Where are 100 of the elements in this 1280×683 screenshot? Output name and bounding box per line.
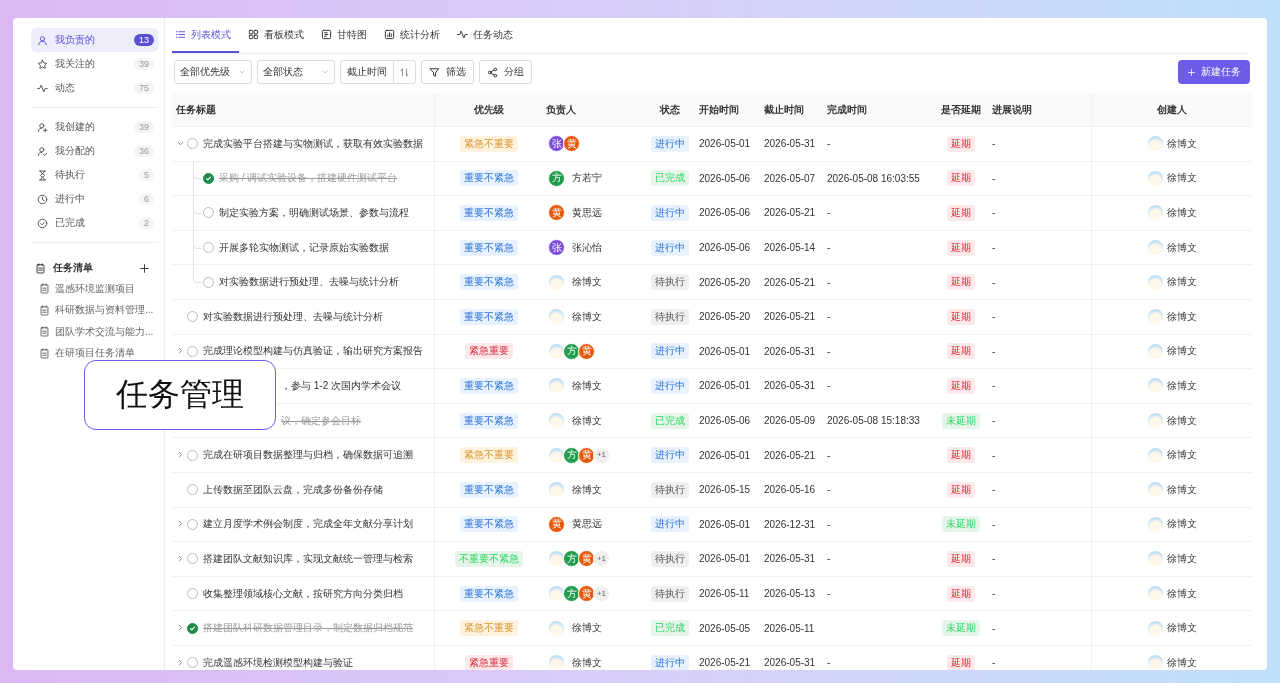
task-title[interactable]: 完成遥感环境检测模型构建与验证 bbox=[203, 655, 353, 670]
star-icon bbox=[37, 58, 48, 70]
person-check-icon bbox=[37, 145, 48, 157]
chevron-right-icon[interactable] bbox=[176, 346, 185, 356]
list-icon bbox=[175, 29, 186, 40]
table-cell: - bbox=[827, 242, 831, 254]
sidebar-item[interactable]: 我创建的 39 bbox=[31, 115, 158, 139]
task-checkbox[interactable] bbox=[203, 172, 214, 184]
delay-tag: 延期 bbox=[947, 135, 975, 152]
creator-name: 徐博文 bbox=[1167, 240, 1197, 255]
delay-tag: 延期 bbox=[947, 170, 975, 187]
avatar-icon bbox=[1147, 515, 1164, 533]
task-list-item[interactable]: 遥感环境监测项目 bbox=[31, 280, 158, 297]
chevron-right-icon[interactable] bbox=[176, 623, 185, 633]
sidebar-item[interactable]: 我负责的 13 bbox=[31, 28, 158, 52]
task-title[interactable]: 收集整理领域核心文献，按研究方向分类归档 bbox=[203, 586, 403, 601]
task-title[interactable]: 上传数据至团队云盘，完成多份备份存储 bbox=[203, 482, 383, 497]
table-cell: - bbox=[987, 611, 1092, 645]
priority-tag: 重要不紧急 bbox=[459, 516, 518, 533]
table-cell: - bbox=[827, 380, 831, 392]
table-cell: - bbox=[827, 311, 831, 323]
table-cell: - bbox=[827, 449, 831, 461]
column-header: 开始时间 bbox=[698, 102, 740, 117]
avatar: 方 bbox=[548, 169, 565, 187]
creator-name: 徐博文 bbox=[1167, 344, 1197, 359]
column-header: 创建人 bbox=[1156, 102, 1188, 117]
task-list-item[interactable]: 团队学术交流与能力... bbox=[31, 323, 158, 340]
task-title[interactable]: 建立月度学术例会制度，完成全年文献分享计划 bbox=[203, 517, 413, 532]
tab[interactable]: 看板模式 bbox=[245, 18, 312, 53]
table-cell-text: 2026-05-06 bbox=[698, 414, 752, 429]
task-title[interactable]: 对实验数据进行预处理、去噪与统计分析 bbox=[219, 275, 399, 290]
table-cell-text: 2026-12-31 bbox=[763, 517, 817, 532]
person-icon bbox=[37, 34, 48, 46]
priority-tag: 重要不紧急 bbox=[459, 377, 518, 394]
sidebar-item[interactable]: 我关注的 39 bbox=[31, 52, 158, 76]
delay-tag: 未延期 bbox=[942, 620, 980, 637]
chevron-right-icon[interactable] bbox=[176, 553, 185, 563]
table-cell-text: 2026-05-01 bbox=[698, 517, 752, 532]
sort-control[interactable]: 截止时间 bbox=[340, 60, 416, 84]
delay-tag: 延期 bbox=[947, 550, 975, 567]
avatar-icon bbox=[1147, 239, 1164, 257]
status-tag: 待执行 bbox=[650, 550, 689, 567]
priority-tag: 紧急不重要 bbox=[459, 620, 518, 637]
toolbar-button[interactable]: 筛选 bbox=[421, 60, 474, 84]
task-title[interactable]: 完成实验平台搭建与实物测试，获取有效实验数据 bbox=[203, 136, 423, 151]
new-task-button[interactable]: 新建任务 bbox=[1178, 60, 1250, 84]
assignee-name: 徐博文 bbox=[572, 275, 602, 290]
status-tag: 待执行 bbox=[650, 585, 689, 602]
priority-tag: 紧急不重要 bbox=[459, 135, 518, 152]
table-cell-text: 2026-05-31 bbox=[763, 552, 817, 567]
tab[interactable]: 任务动态 bbox=[454, 18, 521, 53]
task-title[interactable]: 完成理论模型构建与仿真验证，输出研究方案报告 bbox=[203, 344, 423, 359]
avatar: 黄 bbox=[578, 446, 595, 464]
task-title[interactable]: 对实验数据进行预处理、去噪与统计分析 bbox=[203, 309, 383, 324]
chevron-down-icon bbox=[238, 68, 246, 76]
task-checkbox[interactable] bbox=[187, 622, 198, 634]
sidebar-item[interactable]: 我分配的 36 bbox=[31, 139, 158, 163]
chevron-right-icon[interactable] bbox=[176, 450, 185, 460]
avatar: 方 bbox=[563, 342, 580, 360]
avatar-icon bbox=[548, 585, 565, 602]
section-title: 任务清单 bbox=[53, 261, 94, 275]
sidebar-item[interactable]: 进行中 6 bbox=[31, 187, 158, 211]
table-cell: - bbox=[827, 276, 831, 288]
table-cell: - bbox=[987, 265, 1092, 299]
avatar-icon bbox=[1147, 481, 1164, 499]
avatar-icon bbox=[1147, 585, 1164, 602]
task-title[interactable]: 搭建团队文献知识库，实现文献统一管理与检索 bbox=[203, 551, 413, 566]
chevron-right-icon[interactable] bbox=[176, 657, 185, 667]
more-count: +1 bbox=[593, 550, 610, 568]
count-badge: 75 bbox=[134, 82, 154, 94]
delay-tag: 延期 bbox=[947, 654, 975, 670]
task-list-item[interactable]: 科研数据与资料管理... bbox=[31, 301, 158, 319]
assignee-name: 徐博文 bbox=[572, 413, 602, 428]
sidebar-item[interactable]: 动态 75 bbox=[31, 76, 158, 100]
table-cell-text: 2026-05-05 bbox=[698, 621, 752, 636]
creator-name: 徐博文 bbox=[1167, 378, 1197, 393]
table-cell-text: 2026-05-20 bbox=[698, 275, 752, 290]
task-title[interactable]: 制定实验方案，明确测试场景、参数与流程 bbox=[219, 206, 409, 220]
more-count: +1 bbox=[593, 446, 610, 464]
tab[interactable]: 列表模式 bbox=[172, 18, 239, 53]
sidebar-item[interactable]: 待执行 5 bbox=[31, 163, 158, 187]
priority-tag: 重要不紧急 bbox=[459, 412, 518, 429]
table-cell-text: 2026-05-21 bbox=[763, 448, 817, 463]
table-cell: - bbox=[827, 207, 831, 219]
tab[interactable]: 统计分析 bbox=[381, 18, 448, 53]
callout-label: 任务管理 bbox=[84, 360, 276, 430]
gantt-icon bbox=[321, 29, 332, 40]
task-list-item[interactable]: 在研项目任务清单 bbox=[31, 344, 158, 362]
task-title[interactable]: 开展多轮实物测试，记录原始实验数据 bbox=[219, 240, 389, 255]
toolbar-button[interactable]: 分组 bbox=[479, 60, 532, 84]
filter-dropdown[interactable]: 全部状态 bbox=[257, 60, 335, 84]
chevron-right-icon[interactable] bbox=[176, 519, 185, 529]
table-cell: - bbox=[987, 645, 1092, 670]
sidebar-item[interactable]: 已完成 2 bbox=[31, 211, 158, 235]
creator-name: 徐博文 bbox=[1167, 309, 1197, 324]
task-title[interactable]: ，参与 1-2 次国内学术会议 bbox=[281, 378, 401, 393]
tab[interactable]: 甘特图 bbox=[318, 18, 375, 53]
task-title[interactable]: 完成在研项目数据整理与归档，确保数据可追溯 bbox=[203, 448, 413, 463]
filter-dropdown[interactable]: 全部优先级 bbox=[174, 60, 252, 84]
status-tag: 进行中 bbox=[650, 377, 689, 394]
